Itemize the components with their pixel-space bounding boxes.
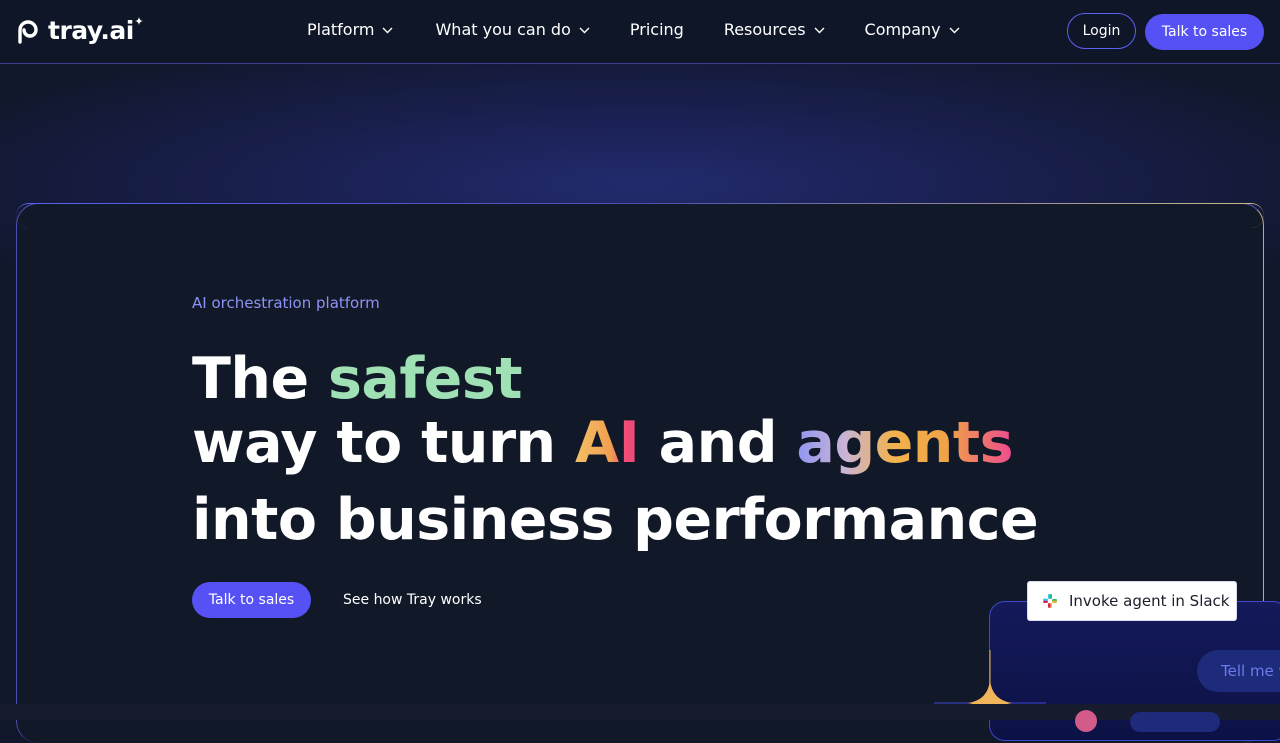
nav-item-label: Resources	[723, 20, 806, 39]
talk-to-sales-nav-button[interactable]: Talk to sales	[1145, 14, 1264, 50]
nav-item-company[interactable]: Company	[865, 20, 960, 39]
nav-item-resources[interactable]: Resources	[724, 20, 825, 39]
nav-item-what-you-can-do[interactable]: What you can do	[435, 20, 590, 39]
headline-text: The	[192, 346, 328, 412]
nav-item-pricing[interactable]: Pricing	[630, 20, 684, 39]
nav-item-label: What you can do	[435, 20, 571, 39]
talk-to-sales-button[interactable]: Talk to sales	[192, 582, 311, 618]
decorative-blob	[1075, 710, 1097, 732]
slack-pill-label: Invoke agent in Slack	[1069, 592, 1230, 610]
brand-logo[interactable]: tray.ai	[16, 14, 143, 48]
top-nav: tray.ai Platform What you can do Pricing…	[0, 0, 1280, 64]
chat-bubble-text: Tell me w	[1221, 662, 1280, 680]
nav-item-label: Company	[864, 20, 941, 39]
nav-item-label: Platform	[307, 20, 375, 39]
headline-highlight-safest: safest	[327, 346, 523, 412]
nav-item-label: Pricing	[629, 20, 684, 39]
slack-icon	[1043, 594, 1057, 608]
chat-input-bubble[interactable]: Tell me w	[1197, 650, 1280, 692]
chevron-down-icon	[382, 27, 393, 34]
brand-name: tray.ai	[48, 15, 134, 45]
headline-text: way to turn	[192, 410, 575, 476]
tray-logo-icon	[18, 20, 38, 44]
hero-eyebrow: AI orchestration platform	[192, 294, 380, 312]
chevron-down-icon	[949, 27, 960, 34]
nav-menu: Platform What you can do Pricing Resourc…	[307, 20, 960, 39]
headline-line-2: way to turn AI and agents	[192, 410, 1014, 476]
headline-line-1: The safest	[192, 346, 523, 412]
nav-item-platform[interactable]: Platform	[307, 20, 393, 39]
see-how-tray-works-link[interactable]: See how Tray works	[343, 592, 482, 608]
chevron-down-icon	[579, 27, 590, 34]
invoke-agent-slack-pill[interactable]: Invoke agent in Slack	[1027, 581, 1237, 621]
headline-highlight-ai: AI	[574, 410, 640, 476]
headline-text: and	[639, 410, 797, 476]
chevron-down-icon	[814, 27, 825, 34]
headline-highlight-agents: agents	[796, 410, 1014, 476]
sparkle-icon	[134, 17, 143, 25]
login-button[interactable]: Login	[1067, 13, 1136, 49]
headline-line-3: into business performance	[192, 487, 1039, 553]
decorative-blob	[1130, 712, 1220, 732]
